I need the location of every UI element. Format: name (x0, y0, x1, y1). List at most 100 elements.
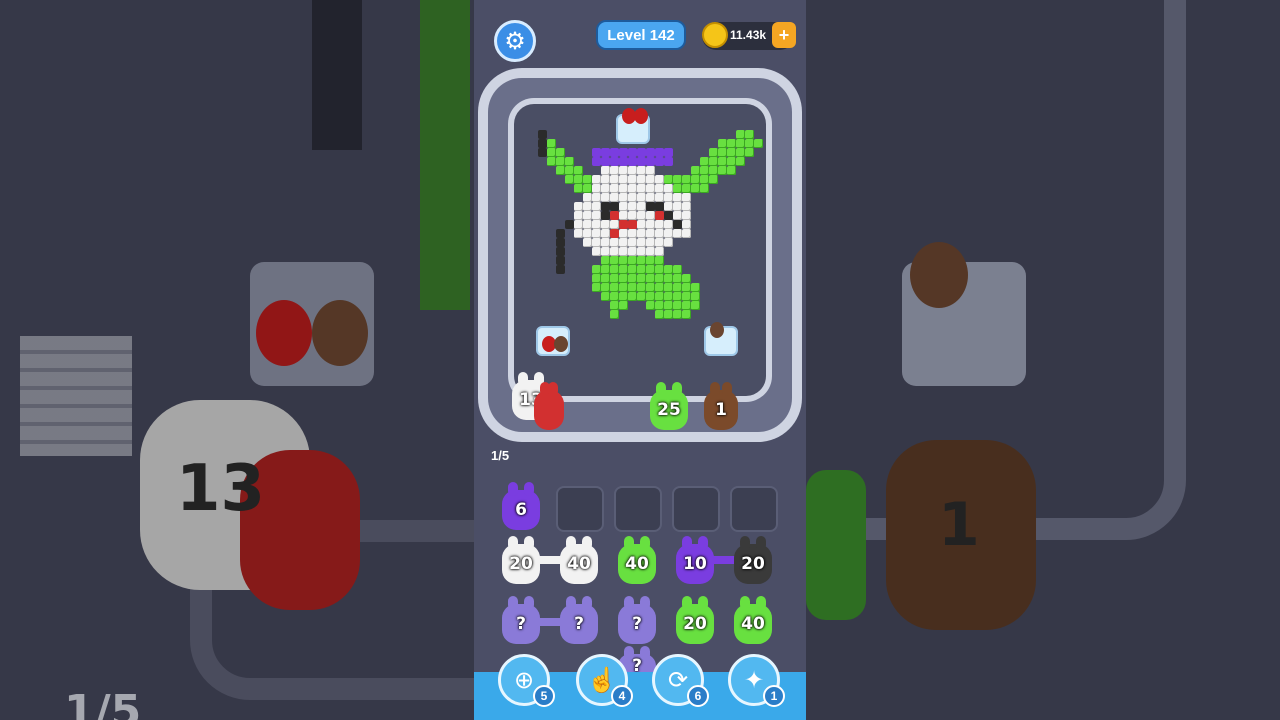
add-coins-button[interactable]: + (772, 22, 796, 48)
bunny-count: ? (632, 614, 642, 634)
bunny-count: 20 (741, 554, 765, 574)
settings-button[interactable]: ⚙ (494, 20, 536, 62)
pixel-block (601, 247, 610, 256)
grid-bunny[interactable]: 20 (734, 536, 772, 584)
grid-bunny[interactable]: 10 (676, 536, 714, 584)
pixel-block (565, 220, 574, 229)
pixel-block (673, 202, 682, 211)
add-slot-button[interactable]: ⊕ 5 (498, 654, 555, 707)
pixel-block (619, 292, 628, 301)
bg-egg (256, 300, 312, 366)
pixel-block (610, 274, 619, 283)
pixel-block (637, 157, 646, 166)
grid-bunny[interactable]: 40 (734, 596, 772, 644)
pixel-block (646, 184, 655, 193)
bg-progress-label: 1/5 (64, 686, 142, 720)
hidden-bunny[interactable]: ? (560, 596, 598, 644)
pixel-block (610, 184, 619, 193)
pixel-block (673, 283, 682, 292)
pixel-block (682, 292, 691, 301)
pixel-block (718, 166, 727, 175)
pixel-block (673, 175, 682, 184)
pixel-block (583, 184, 592, 193)
pixel-block (664, 265, 673, 274)
pixel-block (556, 166, 565, 175)
pixel-block (754, 139, 763, 148)
pixel-block (709, 157, 718, 166)
hidden-bunny[interactable]: ? (618, 596, 656, 644)
tool-count: 4 (611, 685, 633, 707)
bunny-grid-row: 20 40 40 10 20 (498, 536, 788, 590)
pixel-block (592, 283, 601, 292)
queue-bunny[interactable]: 25 (650, 382, 688, 430)
pixel-block (655, 193, 664, 202)
pixel-block (619, 220, 628, 229)
pixel-block (592, 211, 601, 220)
bunny-count: ? (574, 614, 584, 634)
pixel-block (745, 130, 754, 139)
hidden-bunny[interactable]: ? (502, 596, 540, 644)
pixel-block (628, 157, 637, 166)
pixel-block (646, 283, 655, 292)
pixel-block (610, 265, 619, 274)
pixel-block (592, 157, 601, 166)
pixel-block (610, 247, 619, 256)
pixel-block (574, 229, 583, 238)
bg-count-label: 1 (938, 490, 980, 560)
pixel-block (646, 166, 655, 175)
pixel-block (664, 283, 673, 292)
pixel-block (655, 202, 664, 211)
pixel-block (673, 229, 682, 238)
pixel-block (655, 238, 664, 247)
tool-count: 5 (533, 685, 555, 707)
pixel-block (592, 202, 601, 211)
pixel-block (610, 202, 619, 211)
hand-button[interactable]: ☝ 4 (576, 654, 633, 707)
pixel-block (637, 238, 646, 247)
pixel-block (628, 175, 637, 184)
pixel-block (610, 166, 619, 175)
pixel-block (538, 139, 547, 148)
pixel-block (556, 256, 565, 265)
grid-bunny[interactable]: 40 (560, 536, 598, 584)
shuffle-button[interactable]: ⟳ 6 (652, 654, 709, 707)
pixel-block (682, 220, 691, 229)
bunny-count: 20 (509, 554, 533, 574)
pixel-block (619, 148, 628, 157)
pixel-block (592, 193, 601, 202)
coin-counter: 11.43k + (702, 22, 796, 50)
pixel-block (574, 175, 583, 184)
bg-bunny (806, 470, 866, 620)
pixel-block (673, 301, 682, 310)
pixel-block (628, 229, 637, 238)
pixel-block (619, 229, 628, 238)
pixel-block (637, 148, 646, 157)
pixel-art-canvas (514, 104, 766, 396)
pixel-block (664, 229, 673, 238)
pixel-block (601, 220, 610, 229)
queue-bunny[interactable]: 1 (704, 382, 738, 430)
pixel-block (628, 247, 637, 256)
pixel-block (619, 211, 628, 220)
pixel-block (556, 265, 565, 274)
powerup-toolbar: ⊕ 5 ☝ 4 ⟳ 6 ✦ 1 (474, 654, 806, 720)
pixel-block (691, 301, 700, 310)
pixel-block (610, 220, 619, 229)
pixel-block (646, 157, 655, 166)
pixel-block (655, 220, 664, 229)
pixel-block (601, 256, 610, 265)
grid-bunny[interactable]: 20 (502, 536, 540, 584)
pixel-block (664, 301, 673, 310)
grid-bunny[interactable]: 40 (618, 536, 656, 584)
grid-bunny[interactable]: 20 (676, 596, 714, 644)
pixel-block (637, 256, 646, 265)
pixel-block (628, 211, 637, 220)
pixel-block (718, 139, 727, 148)
pixel-block (556, 157, 565, 166)
slot-bunny[interactable]: 6 (502, 482, 540, 530)
queue-bunny-red (534, 382, 564, 430)
pixel-block (664, 238, 673, 247)
pixel-block (628, 283, 637, 292)
bunny-power-button[interactable]: ✦ 1 (728, 654, 785, 707)
pixel-block (583, 202, 592, 211)
